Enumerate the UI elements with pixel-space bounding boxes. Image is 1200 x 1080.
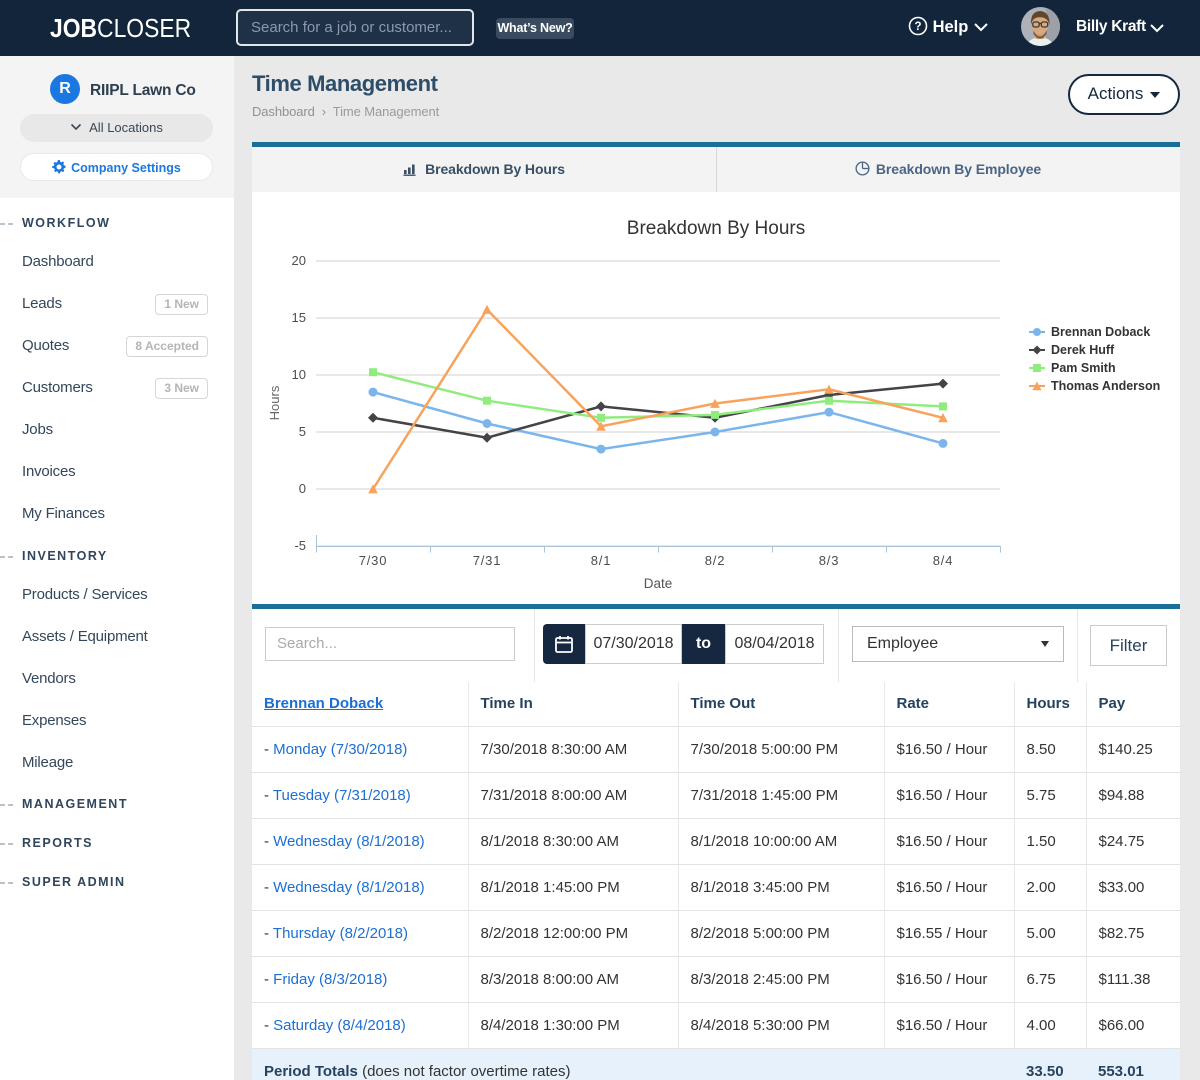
svg-text:-5: -5 (294, 538, 306, 553)
svg-text:Breakdown By Hours: Breakdown By Hours (627, 218, 805, 239)
svg-text:7/30: 7/30 (359, 553, 388, 568)
svg-text:Pam Smith: Pam Smith (1051, 361, 1116, 375)
svg-text:8/4: 8/4 (933, 553, 953, 568)
svg-text:20: 20 (292, 253, 306, 268)
svg-text:Derek Huff: Derek Huff (1051, 343, 1115, 357)
svg-text:0: 0 (299, 481, 306, 496)
svg-text:?: ? (914, 21, 921, 33)
svg-text:5: 5 (299, 424, 306, 439)
svg-text:8/1: 8/1 (591, 553, 611, 568)
svg-text:Date: Date (644, 576, 673, 591)
svg-text:15: 15 (292, 310, 306, 325)
svg-text:Hours: Hours (267, 385, 282, 420)
svg-text:8/2: 8/2 (705, 553, 725, 568)
svg-text:8/3: 8/3 (819, 553, 839, 568)
svg-text:Brennan Doback: Brennan Doback (1051, 325, 1150, 339)
svg-text:Thomas Anderson: Thomas Anderson (1051, 379, 1160, 393)
svg-text:7/31: 7/31 (473, 553, 502, 568)
svg-text:10: 10 (292, 367, 306, 382)
